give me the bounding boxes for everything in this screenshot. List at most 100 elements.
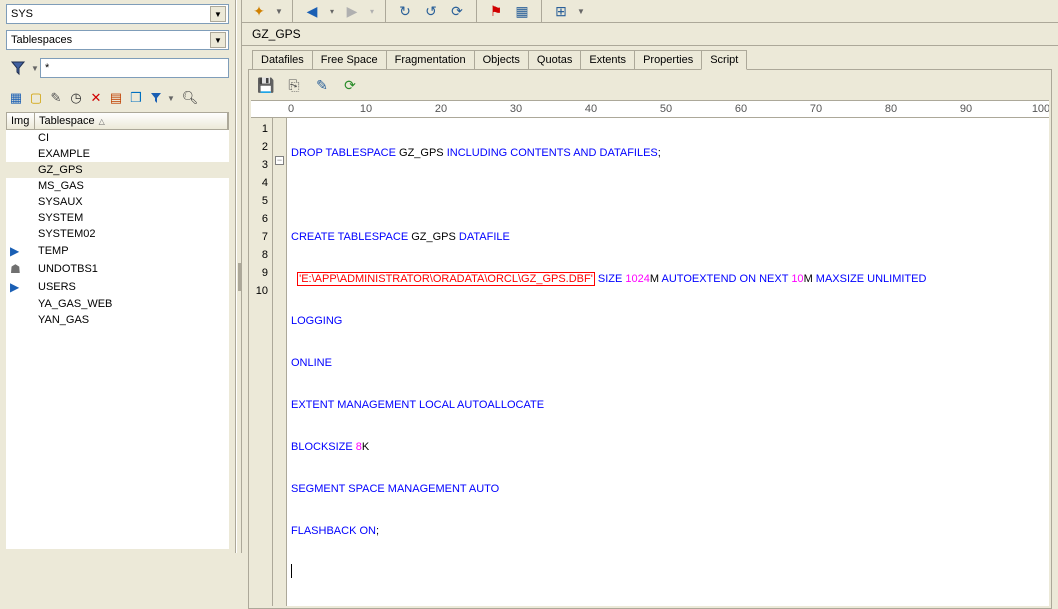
funnel-icon[interactable]: [146, 88, 166, 108]
tab-strip: DatafilesFree SpaceFragmentationObjectsQ…: [242, 46, 1058, 69]
line-number: 5: [251, 192, 268, 210]
new-icon[interactable]: ▢: [26, 88, 46, 108]
line-number: 6: [251, 210, 268, 228]
edit-icon[interactable]: ✎: [311, 74, 333, 96]
view-icon[interactable]: ▦: [6, 88, 26, 108]
ruler-label: 80: [881, 103, 901, 115]
tablespace-row[interactable]: GZ_GPS: [6, 162, 229, 178]
line-number: 8: [251, 246, 268, 264]
ruler-label: 70: [806, 103, 826, 115]
row-label: YAN_GAS: [38, 314, 89, 326]
tab-objects[interactable]: Objects: [474, 50, 529, 69]
save-icon[interactable]: 💾: [255, 74, 277, 96]
chevron-down-icon[interactable]: ▼: [210, 32, 226, 48]
objects-icon[interactable]: ❒: [126, 88, 146, 108]
ruler-label: 0: [281, 103, 301, 115]
sort-asc-icon: △: [99, 117, 105, 126]
tablespace-row[interactable]: EXAMPLE: [6, 146, 229, 162]
tablespace-row[interactable]: SYSAUX: [6, 194, 229, 210]
chevron-down-icon[interactable]: ▼: [274, 0, 284, 22]
line-number: 2: [251, 138, 268, 156]
chevron-down-icon[interactable]: ▼: [576, 0, 586, 22]
row-label: SYSAUX: [38, 196, 83, 208]
chevron-down-icon[interactable]: ▼: [166, 88, 176, 108]
tablespace-row[interactable]: ▶TEMP: [6, 242, 229, 260]
row-label: EXAMPLE: [38, 148, 90, 160]
open-icon[interactable]: ✎: [46, 88, 66, 108]
tablespace-row[interactable]: SYSTEM: [6, 210, 229, 226]
funnel-icon[interactable]: [6, 56, 30, 80]
row-icon: ▶: [10, 244, 38, 258]
chevron-down-icon[interactable]: ▼: [30, 56, 40, 80]
row-label: USERS: [38, 281, 76, 293]
line-number: 3: [251, 156, 268, 174]
tab-fragmentation[interactable]: Fragmentation: [386, 50, 475, 69]
fold-column: −: [273, 118, 287, 606]
db-icon[interactable]: ▤: [106, 88, 126, 108]
ruler-label: 10: [356, 103, 376, 115]
ruler-label: 90: [956, 103, 976, 115]
grid-icon[interactable]: ▦: [511, 0, 533, 22]
line-number: 4: [251, 174, 268, 192]
ruler-label: 40: [581, 103, 601, 115]
row-label: YA_GAS_WEB: [38, 298, 112, 310]
line-gutter: 12345678910: [251, 118, 273, 606]
object-type-combo[interactable]: Tablespaces ▼: [6, 30, 229, 50]
row-icon: ▶: [10, 280, 38, 294]
table-icon[interactable]: ⊞: [550, 0, 572, 22]
ruler-label: 60: [731, 103, 751, 115]
filter-input[interactable]: [40, 58, 229, 78]
code-area[interactable]: DROP TABLESPACE GZ_GPS INCLUDING CONTENT…: [287, 118, 1049, 606]
schema-combo[interactable]: SYS ▼: [6, 4, 229, 24]
delete-icon[interactable]: ✕: [86, 88, 106, 108]
column-header-img[interactable]: Img: [7, 113, 35, 129]
tab-free-space[interactable]: Free Space: [312, 50, 387, 69]
flag-icon[interactable]: ⚑: [485, 0, 507, 22]
refresh1-icon[interactable]: ↻: [394, 0, 416, 22]
tab-script[interactable]: Script: [701, 50, 747, 70]
object-type-combo-text: Tablespaces: [11, 34, 210, 46]
nav-back-icon[interactable]: ◀: [301, 0, 323, 22]
find-icon[interactable]: 🔍︎: [180, 88, 200, 108]
refresh2-icon[interactable]: ↺: [420, 0, 442, 22]
copy-icon[interactable]: ⎘: [283, 74, 305, 96]
line-number: 7: [251, 228, 268, 246]
right-panel: ✦ ▼ ◀ ▾ ▶ ▾ ↻ ↺ ⟳ ⚑ ▦ ⊞ ▼ GZ_GPS Datafil…: [242, 0, 1058, 553]
ruler-label: 100: [1031, 103, 1049, 115]
object-title: GZ_GPS: [242, 23, 1058, 46]
tablespace-row[interactable]: CI: [6, 130, 229, 146]
chevron-down-icon[interactable]: ▼: [210, 6, 226, 22]
tab-properties[interactable]: Properties: [634, 50, 702, 69]
tab-datafiles[interactable]: Datafiles: [252, 50, 313, 69]
tablespace-list: CI EXAMPLE GZ_GPS MS_GAS SYSAUX SYSTEM SYSTEM0…: [6, 130, 229, 549]
chevron-down-icon: ▾: [367, 0, 377, 22]
tablespace-row[interactable]: YAN_GAS: [6, 312, 229, 328]
row-icon: ☗: [10, 262, 38, 276]
tablespace-row[interactable]: SYSTEM02: [6, 226, 229, 242]
clock-icon[interactable]: ◷: [66, 88, 86, 108]
refresh3-icon[interactable]: ⟳: [446, 0, 468, 22]
refresh-icon[interactable]: ⟳: [339, 74, 361, 96]
column-header-tablespace[interactable]: Tablespace △: [35, 113, 228, 129]
chevron-down-icon[interactable]: ▾: [327, 0, 337, 22]
tab-extents[interactable]: Extents: [580, 50, 635, 69]
wand-icon[interactable]: ✦: [248, 0, 270, 22]
tablespace-row[interactable]: ☗UNDOTBS1: [6, 260, 229, 278]
script-toolbar: 💾 ⎘ ✎ ⟳: [249, 70, 1051, 100]
row-label: CI: [38, 132, 49, 144]
row-label: SYSTEM02: [38, 228, 95, 240]
ruler-label: 30: [506, 103, 526, 115]
script-editor[interactable]: 12345678910 − DROP TABLESPACE GZ_GPS INC…: [251, 118, 1049, 606]
tab-content: 💾 ⎘ ✎ ⟳ 0102030405060708090100 123456789…: [248, 69, 1052, 609]
tablespace-row[interactable]: MS_GAS: [6, 178, 229, 194]
line-number: 1: [251, 120, 268, 138]
tablespace-row[interactable]: YA_GAS_WEB: [6, 296, 229, 312]
tab-quotas[interactable]: Quotas: [528, 50, 581, 69]
line-number: 9: [251, 264, 268, 282]
tablespace-row[interactable]: ▶USERS: [6, 278, 229, 296]
tablespace-list-header: Img Tablespace △: [6, 112, 229, 130]
row-label: MS_GAS: [38, 180, 84, 192]
main-toolbar: ✦ ▼ ◀ ▾ ▶ ▾ ↻ ↺ ⟳ ⚑ ▦ ⊞ ▼: [242, 0, 1058, 23]
row-label: TEMP: [38, 245, 69, 257]
fold-collapse-icon[interactable]: −: [275, 156, 284, 165]
